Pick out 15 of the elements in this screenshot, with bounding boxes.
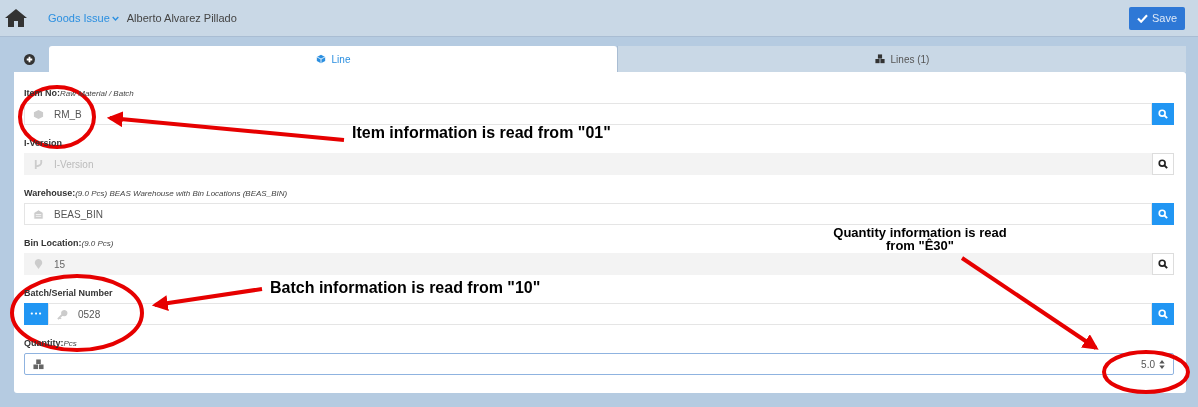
annotation-label: Quantity information is read from "Ê30" <box>832 226 1008 252</box>
input-field[interactable]: RM_B <box>24 103 1152 125</box>
input-field[interactable]: 0528 <box>48 303 1152 325</box>
input-field[interactable]: 5.0 <box>24 353 1174 375</box>
field-label: Bin Location:(9.0 Pcs) <box>24 238 114 249</box>
save-button[interactable]: Save <box>1128 6 1185 30</box>
annotation-label: Item information is read from "01" <box>352 123 611 143</box>
tab[interactable]: Lines (1) <box>617 46 1186 72</box>
user-name: Alberto Alvarez Pillado <box>126 12 237 24</box>
input-field[interactable]: 15 <box>24 253 1152 275</box>
field-label: Warehouse:(9.0 Pcs) BEAS Warehouse with Bin Locations (BEAS_BIN) <box>24 188 288 199</box>
input-field[interactable]: BEAS_BIN <box>24 203 1152 225</box>
field-label: Batch/Serial Number <box>24 288 113 299</box>
annotation-label: Batch information is read from "10" <box>270 278 541 298</box>
tab[interactable]: Line <box>49 46 617 72</box>
